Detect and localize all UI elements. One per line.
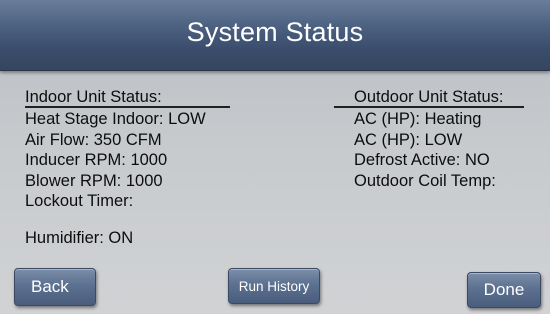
lockout-timer-status: Lockout Timer: [25, 192, 134, 210]
ac-hp-mode-status: AC (HP): Heating [354, 110, 482, 128]
outdoor-heading-underline [334, 106, 524, 108]
outdoor-unit-status-panel: Outdoor Unit Status: AC (HP): Heating AC… [334, 88, 539, 191]
indoor-unit-status-panel: Indoor Unit Status: Heat Stage Indoor: L… [25, 88, 240, 212]
back-button[interactable]: Back [14, 268, 96, 306]
air-flow-status: Air Flow: 350 CFM [25, 130, 162, 149]
title-bar: System Status [0, 0, 550, 71]
indoor-heading-underline [25, 106, 230, 108]
run-history-button[interactable]: Run History [228, 268, 320, 304]
outdoor-coil-temp-status: Outdoor Coil Temp: [354, 171, 496, 190]
ac-hp-stage-status: AC (HP): LOW [354, 130, 463, 149]
humidifier-status: Humidifier: ON [25, 229, 134, 247]
page-title: System Status [186, 17, 364, 47]
system-status-screen: System Status Indoor Unit Status: Heat S… [0, 0, 550, 314]
inducer-rpm-status: Inducer RPM: 1000 [25, 151, 168, 169]
indoor-unit-status-heading: Indoor Unit Status: [25, 88, 162, 106]
outdoor-unit-status-heading: Outdoor Unit Status: [354, 88, 504, 106]
done-button[interactable]: Done [467, 272, 541, 308]
blower-rpm-status: Blower RPM: 1000 [25, 171, 163, 190]
heat-stage-indoor-status: Heat Stage Indoor: LOW [25, 110, 206, 128]
defrost-active-status: Defrost Active: NO [354, 151, 490, 169]
